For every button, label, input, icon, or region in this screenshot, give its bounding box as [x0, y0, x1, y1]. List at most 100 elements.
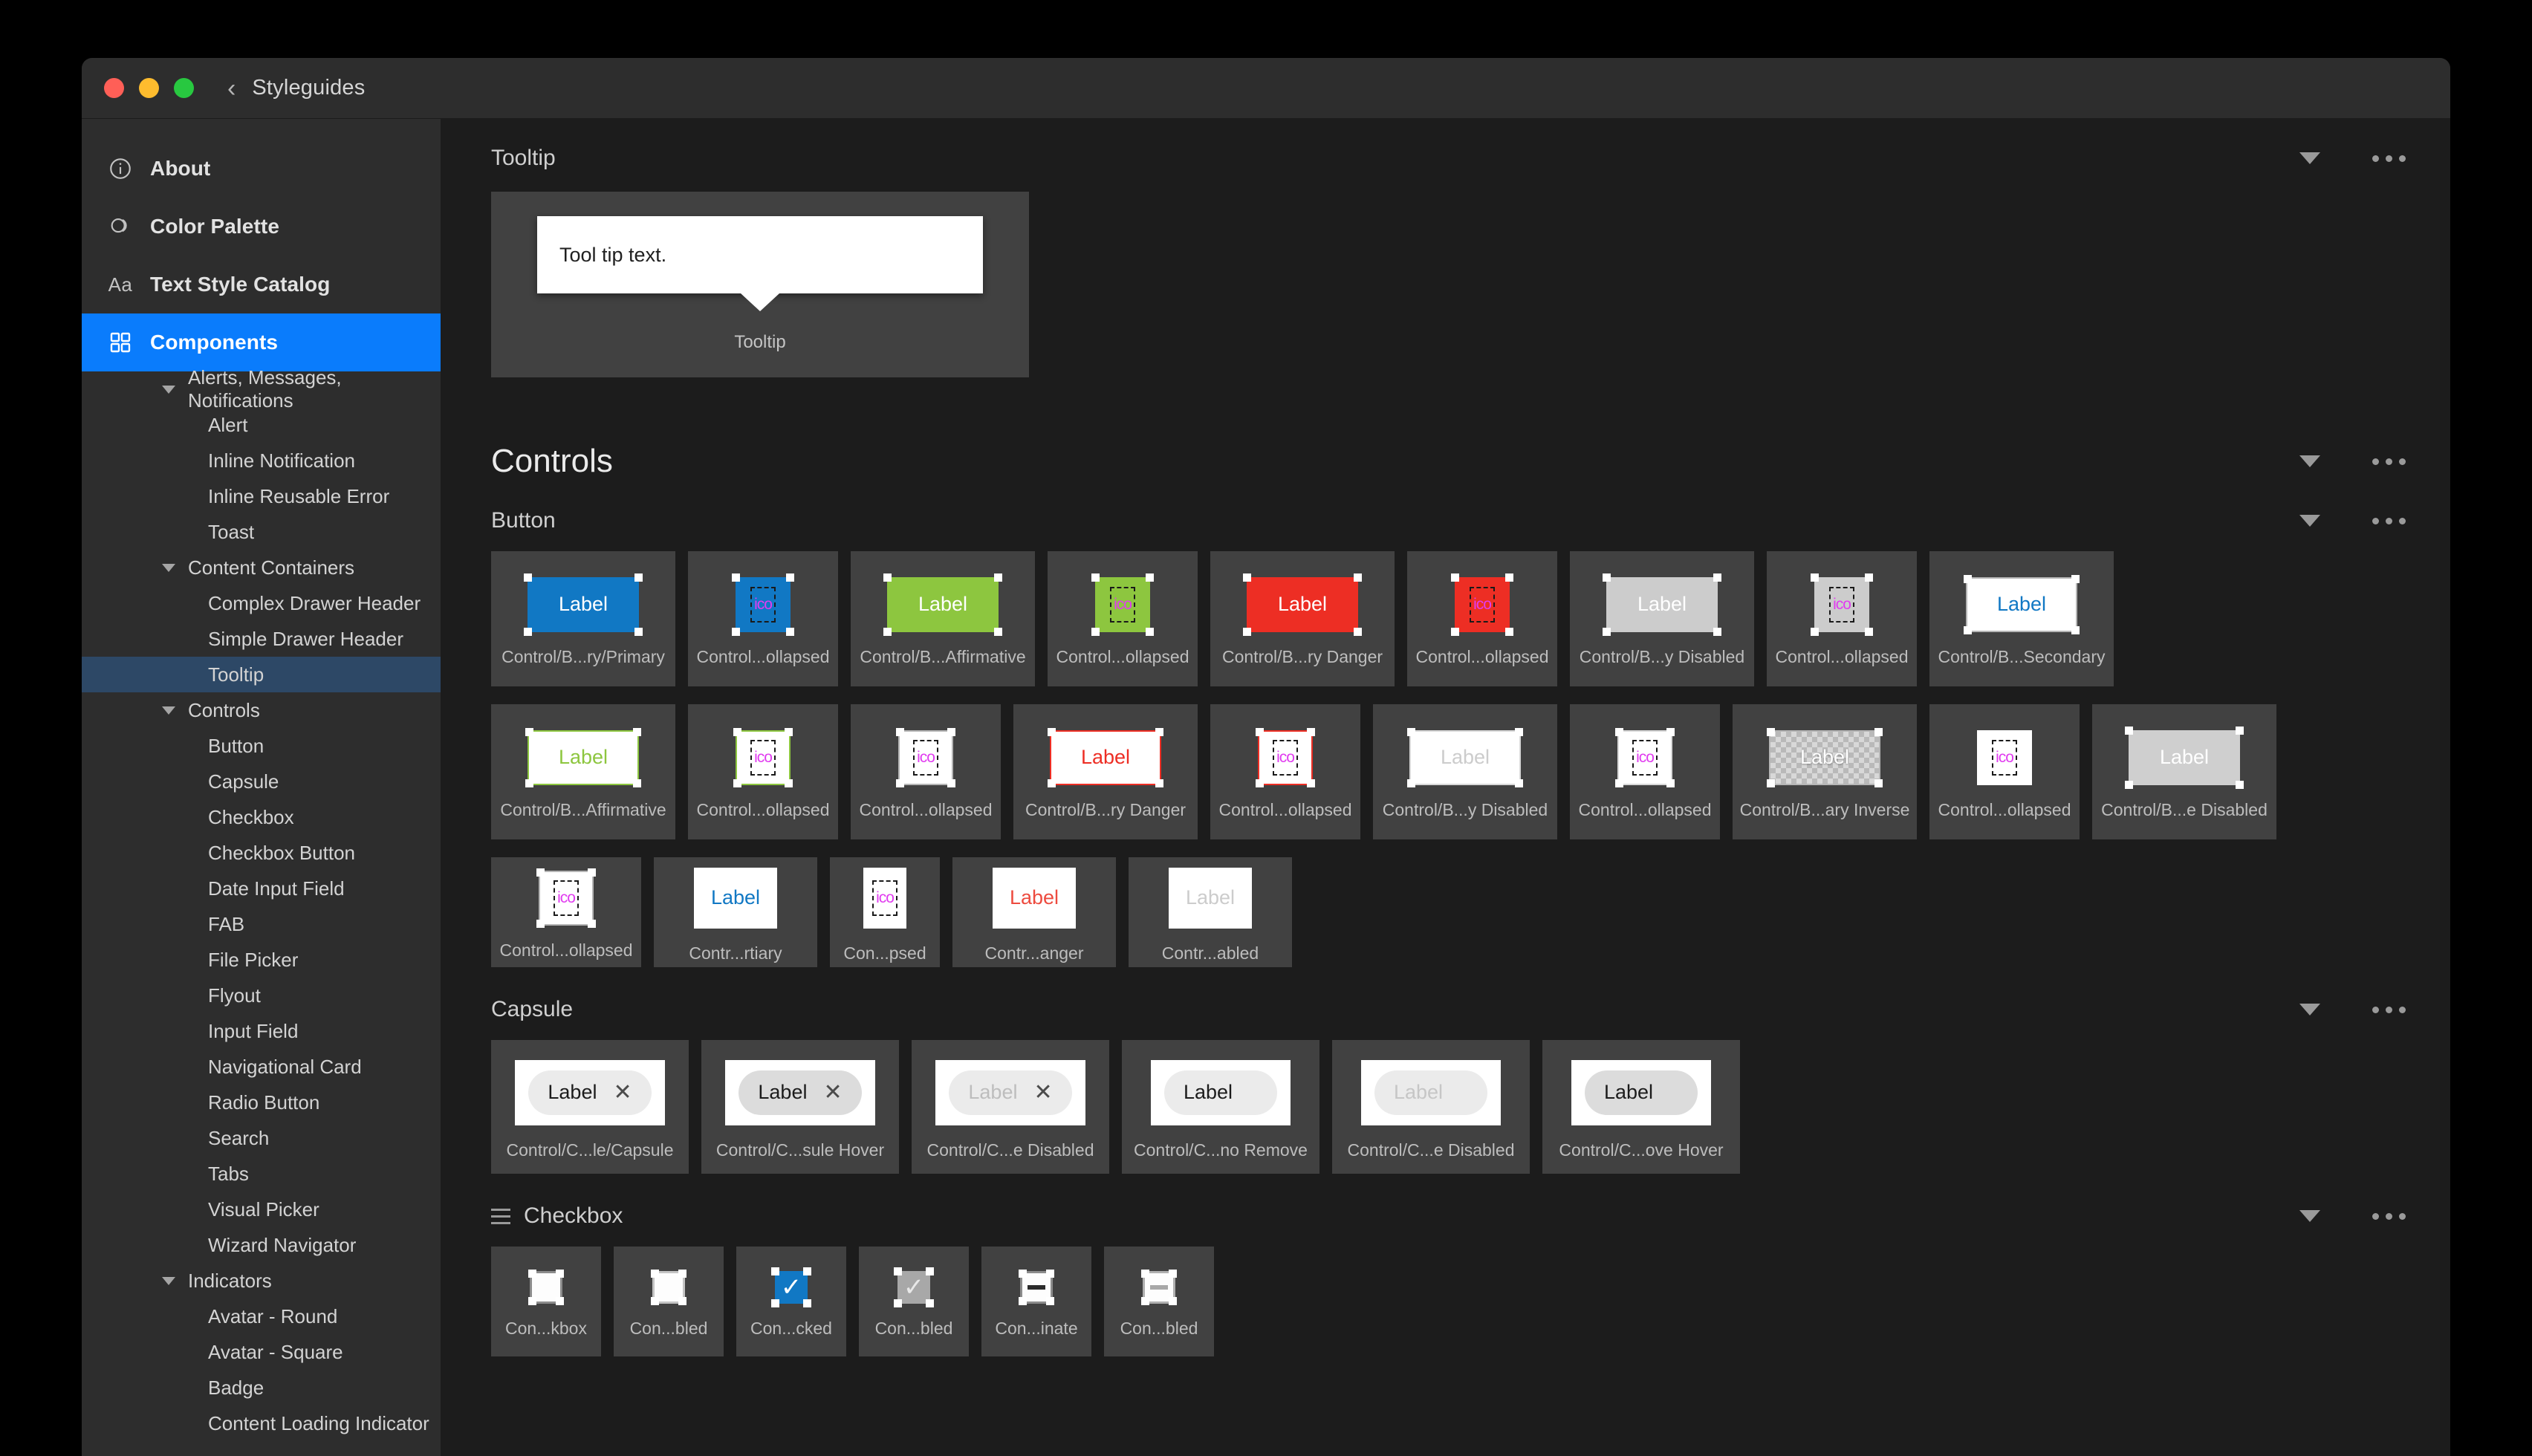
sidebar-item-complex-drawer-header[interactable]: Complex Drawer Header — [82, 585, 441, 621]
sidebar-item-checkbox-button[interactable]: Checkbox Button — [82, 835, 441, 871]
button-variant[interactable]: ico — [1814, 577, 1869, 632]
close-icon[interactable]: ✕ — [1033, 1082, 1052, 1104]
capsule-variant[interactable]: Label — [1164, 1070, 1277, 1115]
capsule-variant[interactable]: Label — [1374, 1070, 1487, 1115]
sidebar-item-simple-drawer-header[interactable]: Simple Drawer Header — [82, 621, 441, 657]
sidebar-item-wizard-navigator[interactable]: Wizard Navigator — [82, 1227, 441, 1263]
sidebar-item-flyout[interactable]: Flyout — [82, 978, 441, 1013]
checkbox-variant[interactable]: ✓ — [775, 1271, 808, 1304]
checkbox-variant[interactable]: ✓ — [897, 1271, 930, 1304]
button-variant[interactable]: Label — [528, 577, 639, 632]
collapse-triangle-icon[interactable] — [2299, 1210, 2320, 1222]
button-variant[interactable]: ico — [1258, 730, 1313, 785]
collapse-triangle-icon[interactable] — [2299, 455, 2320, 467]
more-options-icon[interactable] — [2372, 155, 2406, 162]
capsule-backdrop: Label — [1361, 1060, 1501, 1125]
chevron-down-icon[interactable] — [162, 1277, 175, 1285]
sidebar-group-content-containers[interactable]: Content Containers — [82, 550, 441, 585]
more-options-icon[interactable] — [2372, 1007, 2406, 1013]
sidebar-item-tooltip[interactable]: Tooltip — [82, 657, 441, 692]
minimize-window-button[interactable] — [139, 78, 159, 98]
sidebar-item-button[interactable]: Button — [82, 728, 441, 764]
sidebar-group-alerts-messages-notifications[interactable]: Alerts, Messages, Notifications — [82, 371, 441, 407]
sidebar-item-content-loading-indicator[interactable]: Content Loading Indicator — [82, 1405, 441, 1441]
button-variant[interactable]: Label — [694, 868, 777, 929]
sidebar-item-about[interactable]: About — [82, 140, 441, 198]
sidebar-item-text-style-catalog[interactable]: AaText Style Catalog — [82, 256, 441, 313]
button-variant[interactable]: Label — [887, 577, 999, 632]
button-variant[interactable]: ico — [1095, 577, 1150, 632]
sidebar-item-visual-picker[interactable]: Visual Picker — [82, 1192, 441, 1227]
sidebar-item-inline-reusable-error[interactable]: Inline Reusable Error — [82, 478, 441, 514]
collapse-triangle-icon[interactable] — [2299, 152, 2320, 164]
button-variant[interactable]: ico — [1617, 730, 1672, 785]
button-variant[interactable]: Label — [1169, 868, 1252, 929]
sidebar-item-date-input-field[interactable]: Date Input Field — [82, 871, 441, 906]
sidebar-item-avatar-square[interactable]: Avatar - Square — [82, 1334, 441, 1370]
button-variant[interactable]: ico — [736, 577, 791, 632]
checkbox-variant[interactable] — [652, 1271, 685, 1304]
close-icon[interactable]: ✕ — [613, 1082, 632, 1104]
button-variant[interactable]: Label — [993, 868, 1076, 929]
sidebar-item-tabs[interactable]: Tabs — [82, 1156, 441, 1192]
capsule-variant[interactable]: Label — [1585, 1070, 1698, 1115]
checkbox-section-title: Checkbox — [524, 1203, 623, 1229]
chevron-down-icon[interactable] — [162, 706, 175, 715]
chevron-down-icon[interactable] — [162, 386, 175, 394]
sidebar-item-input-field[interactable]: Input Field — [82, 1013, 441, 1049]
sidebar-item-components[interactable]: Components — [82, 313, 441, 371]
sidebar-item-radio-button[interactable]: Radio Button — [82, 1085, 441, 1120]
sidebar-item-search[interactable]: Search — [82, 1120, 441, 1156]
button-variant[interactable]: Label — [1409, 730, 1521, 785]
more-options-icon[interactable] — [2372, 518, 2406, 524]
sidebar-item-toast[interactable]: Toast — [82, 514, 441, 550]
sidebar-item-file-picker[interactable]: File Picker — [82, 942, 441, 978]
button-variant[interactable]: ico — [863, 868, 906, 929]
sidebar-item-label: Button — [208, 735, 264, 758]
button-variant[interactable]: Label — [2129, 730, 2240, 785]
checkbox-variant[interactable] — [530, 1271, 562, 1304]
checkbox-variant[interactable] — [1020, 1271, 1053, 1304]
component-caption: Control/C...le/Capsule — [507, 1140, 674, 1160]
button-variant[interactable]: ico — [539, 871, 594, 926]
button-variant[interactable]: Label — [1247, 577, 1358, 632]
button-variant[interactable]: ico — [1455, 577, 1510, 632]
checkbox-variant[interactable] — [1143, 1271, 1175, 1304]
sidebar-item-navigational-card[interactable]: Navigational Card — [82, 1049, 441, 1085]
sidebar-item-inline-notification[interactable]: Inline Notification — [82, 443, 441, 478]
hamburger-icon[interactable] — [491, 1209, 510, 1224]
close-window-button[interactable] — [104, 78, 124, 98]
more-options-icon[interactable] — [2372, 458, 2406, 465]
sidebar-item-capsule[interactable]: Capsule — [82, 764, 441, 799]
sidebar-item-color-palette[interactable]: Color Palette — [82, 198, 441, 256]
collapse-triangle-icon[interactable] — [2299, 515, 2320, 527]
capsule-variant[interactable]: Label✕ — [528, 1070, 651, 1115]
sidebar-item-alert[interactable]: Alert — [82, 407, 441, 443]
sidebar-item-checkbox[interactable]: Checkbox — [82, 799, 441, 835]
component-caption: Contr...anger — [985, 943, 1084, 963]
sidebar-item-avatar-round[interactable]: Avatar - Round — [82, 1299, 441, 1334]
capsule-variant[interactable]: Label✕ — [949, 1070, 1071, 1115]
chevron-down-icon[interactable] — [162, 564, 175, 572]
back-chevron-icon[interactable]: ‹ — [227, 76, 236, 101]
sidebar[interactable]: AboutColor PaletteAaText Style CatalogCo… — [82, 119, 441, 1456]
button-variant[interactable]: Label — [1606, 577, 1718, 632]
close-icon[interactable]: ✕ — [823, 1082, 842, 1104]
sidebar-item-fab[interactable]: FAB — [82, 906, 441, 942]
component-preview-cell: icoControl...ollapsed — [1929, 704, 2080, 839]
button-variant[interactable]: Label — [528, 730, 639, 785]
button-variant[interactable]: Label — [1769, 730, 1880, 785]
maximize-window-button[interactable] — [174, 78, 194, 98]
button-variant[interactable]: Label — [1050, 730, 1161, 785]
sidebar-group-controls[interactable]: Controls — [82, 692, 441, 728]
button-variant[interactable]: ico — [898, 730, 953, 785]
button-variant[interactable]: ico — [736, 730, 791, 785]
more-options-icon[interactable] — [2372, 1213, 2406, 1220]
component-caption: Control/C...no Remove — [1134, 1140, 1308, 1160]
button-variant[interactable]: Label — [1966, 577, 2077, 632]
sidebar-group-indicators[interactable]: Indicators — [82, 1263, 441, 1299]
button-variant[interactable]: ico — [1977, 730, 2032, 785]
capsule-variant[interactable]: Label✕ — [738, 1070, 861, 1115]
collapse-triangle-icon[interactable] — [2299, 1004, 2320, 1015]
sidebar-item-badge[interactable]: Badge — [82, 1370, 441, 1405]
